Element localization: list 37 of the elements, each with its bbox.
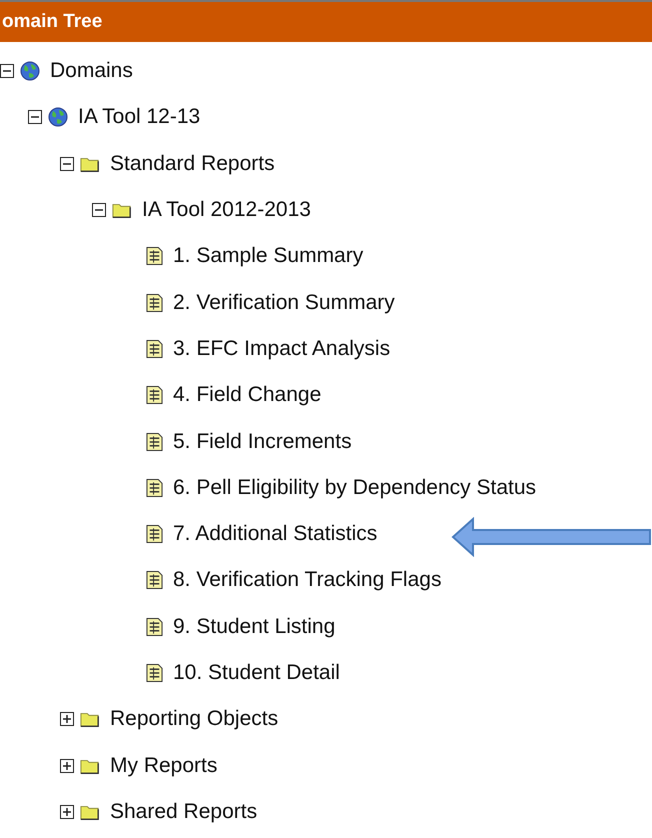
report-icon <box>146 292 163 313</box>
report-icon <box>146 478 163 498</box>
tree-item[interactable]: Reporting Objects <box>110 707 278 732</box>
collapse-icon[interactable] <box>92 203 106 218</box>
tree-item[interactable]: Standard Reports <box>110 152 275 176</box>
report-icon <box>146 616 163 637</box>
tree-item[interactable]: 3. EFC Impact Analysis <box>173 336 390 361</box>
tree-item[interactable]: My Reports <box>110 754 218 778</box>
collapse-icon[interactable] <box>0 64 14 78</box>
tree-item[interactable]: 10. Student Detail <box>173 661 340 685</box>
tree-item[interactable]: IA Tool 12-13 <box>78 105 200 130</box>
globe-icon <box>20 61 40 82</box>
report-icon <box>146 570 163 590</box>
tree-item[interactable]: 4. Field Change <box>173 383 322 408</box>
tree-item[interactable]: 2. Verification Summary <box>173 290 395 315</box>
tree-item[interactable]: 5. Field Increments <box>173 430 352 454</box>
tree-item[interactable]: Domains <box>50 59 133 84</box>
collapse-icon[interactable] <box>28 110 42 124</box>
tree-item[interactable]: Shared Reports <box>110 800 258 824</box>
report-icon <box>146 432 163 452</box>
panel-title: omain Tree <box>1 11 102 33</box>
tree-item[interactable]: 6. Pell Eligibility by Dependency Status <box>173 476 536 500</box>
tree-item[interactable]: 7. Additional Statistics <box>173 522 378 546</box>
report-icon <box>146 524 163 544</box>
tree-item[interactable]: 1. Sample Summary <box>173 244 364 268</box>
report-icon <box>146 338 163 359</box>
tree-item[interactable]: IA Tool 2012-2013 <box>142 198 311 222</box>
expand-icon[interactable] <box>60 712 74 726</box>
report-icon <box>146 385 163 406</box>
expand-icon[interactable] <box>60 758 74 773</box>
collapse-icon[interactable] <box>60 156 74 171</box>
tree-item[interactable]: 9. Student Listing <box>173 614 336 639</box>
globe-icon <box>48 107 68 128</box>
expand-icon[interactable] <box>60 804 74 819</box>
tree-item[interactable]: 8. Verification Tracking Flags <box>173 568 442 592</box>
report-icon <box>146 663 163 683</box>
report-icon <box>146 246 163 266</box>
